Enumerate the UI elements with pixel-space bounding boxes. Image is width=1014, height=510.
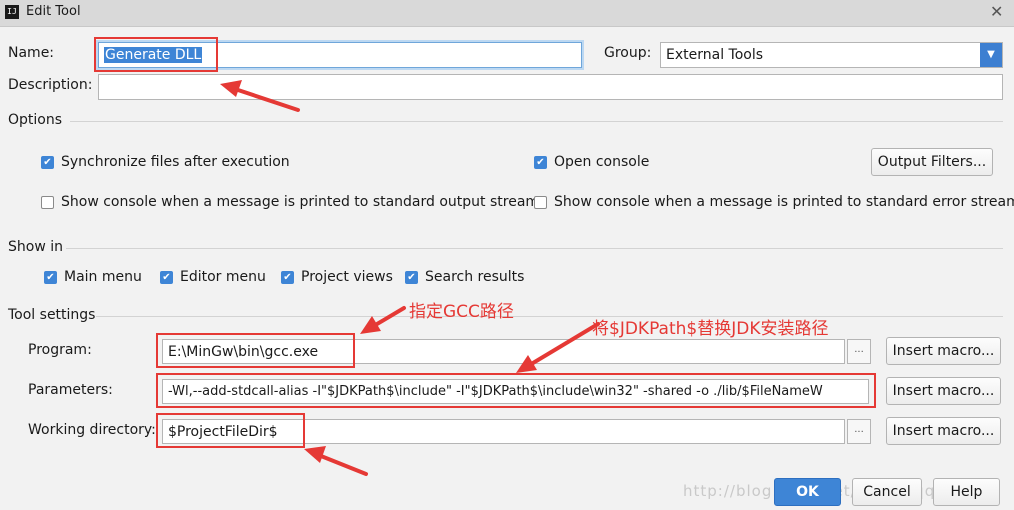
cancel-button[interactable]: Cancel [852, 478, 922, 506]
annotation-gcc: 指定GCC路径 [409, 302, 514, 322]
ok-button[interactable]: OK [774, 478, 841, 506]
annotation-jdk: 将$JDKPath$替换JDK安装路径 [592, 319, 829, 339]
name-arrow-head [220, 80, 242, 97]
annotation-arrows [220, 80, 600, 476]
workdir-arrow-shaft [314, 452, 368, 476]
help-button[interactable]: Help [933, 478, 1000, 506]
name-arrow-shaft [230, 86, 300, 112]
jdk-arrow-shaft [526, 322, 600, 368]
workdir-arrow-head [304, 446, 326, 463]
